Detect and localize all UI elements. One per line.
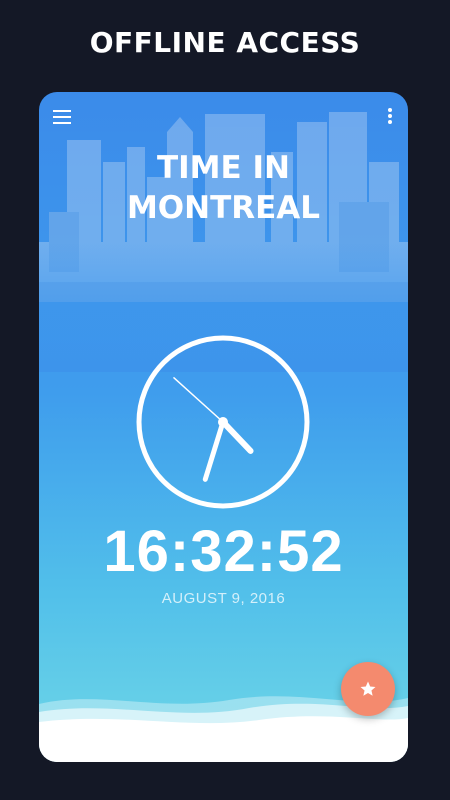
phone-screen: TIME IN MONTREAL 16:32:52 AUGUST 9, 2016	[39, 92, 408, 762]
digital-time: 16:32:52	[103, 519, 344, 584]
clock-hour-hand	[220, 419, 254, 454]
clock-center	[218, 417, 228, 427]
star-icon	[360, 681, 376, 696]
overflow-menu-button[interactable]	[384, 108, 396, 128]
city-title-line1: TIME IN	[157, 150, 290, 186]
menu-button[interactable]	[53, 110, 75, 126]
city-title: TIME IN MONTREAL	[39, 148, 408, 228]
analog-clock	[136, 335, 310, 509]
favorite-button[interactable]	[341, 662, 395, 716]
clock-minute-hand	[202, 419, 226, 482]
menu-icon	[53, 110, 75, 124]
city-title-line2: MONTREAL	[126, 190, 321, 226]
more-vert-icon	[384, 108, 396, 124]
clock-second-hand	[173, 377, 224, 423]
current-date: AUGUST 9, 2016	[161, 590, 286, 607]
promo-headline: OFFLINE ACCESS	[89, 26, 361, 59]
